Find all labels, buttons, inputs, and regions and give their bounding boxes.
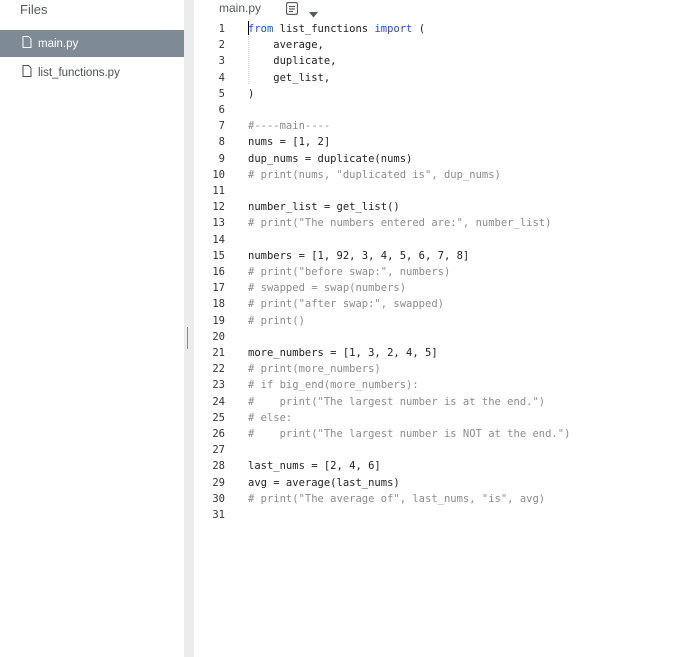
line-number: 21	[212, 347, 225, 359]
line-number: 6	[218, 104, 225, 116]
code-line: # if big_end(more_numbers):	[248, 379, 419, 392]
line-number: 17	[212, 282, 225, 295]
code-line: nums = [1, 2]	[248, 136, 331, 149]
line-number: 7	[218, 120, 225, 133]
code-line: # else:	[248, 411, 293, 424]
line-number: 2	[218, 39, 225, 52]
line-number: 4	[218, 71, 225, 84]
line-number: 18	[212, 298, 225, 311]
code-line: # print("The largest number is NOT at th…	[248, 428, 571, 440]
line-number: 15	[212, 249, 225, 262]
line-number-gutter: 1 2 3 4 5 6 7 8 9 10 11 12 13 14 15 16 17 18 19 20 21 22 23 24 2…	[194, 20, 240, 657]
line-number: 8	[218, 136, 225, 149]
code-editor[interactable]: from list_functions import ( average, du…	[240, 20, 700, 657]
code-line: number_list = get_list()	[248, 201, 400, 214]
line-number: 11	[212, 185, 225, 197]
file-icon	[22, 64, 32, 82]
code-line: # print()	[248, 314, 305, 327]
code-line: # print("The largest number is at the en…	[248, 395, 546, 408]
line-number: 20	[212, 330, 225, 343]
line-number: 27	[212, 444, 225, 457]
code-line: duplicate,	[248, 55, 337, 68]
line-number: 30	[212, 492, 225, 505]
code-line: #----main----	[248, 120, 331, 133]
code-line: from list_functions import (	[248, 23, 426, 35]
code-line: # print("before swap:", numbers)	[248, 266, 451, 278]
code-line: # print("The numbers entered are:", numb…	[248, 217, 552, 230]
editor-tab-bar: main.py	[194, 0, 700, 20]
line-number: 22	[212, 363, 225, 376]
code-line: dup_nums = duplicate(nums)	[248, 152, 413, 165]
line-number: 31	[212, 509, 225, 521]
code-line: )	[248, 87, 255, 100]
line-number: 3	[218, 55, 225, 68]
line-number: 25	[212, 411, 225, 424]
line-number: 26	[212, 428, 225, 440]
code-line: # print("The average of", last_nums, "is…	[248, 492, 546, 505]
line-number: 19	[212, 314, 225, 327]
line-number: 16	[212, 266, 225, 278]
sidebar-resize-divider[interactable]	[184, 0, 194, 657]
indent-guide	[248, 36, 250, 84]
line-number: 10	[212, 168, 225, 181]
file-item-main[interactable]: main.py	[0, 30, 184, 57]
file-icon	[22, 35, 32, 53]
code-line: average,	[248, 39, 324, 52]
file-sidebar: Files main.py list_functions.py	[0, 0, 184, 657]
sidebar-title: Files	[20, 2, 48, 17]
line-number: 29	[212, 476, 225, 489]
line-number: 9	[218, 152, 225, 165]
file-name: main.py	[38, 37, 79, 50]
code-line: # print("after swap:", swapped)	[248, 298, 444, 311]
code-line: # print(nums, "duplicated is", dup_nums)	[248, 168, 501, 181]
line-number: 14	[212, 233, 225, 246]
code-line: numbers = [1, 92, 3, 4, 5, 6, 7, 8]	[248, 249, 470, 262]
line-number: 12	[212, 201, 225, 214]
line-number: 23	[212, 379, 225, 392]
text-cursor	[248, 21, 249, 35]
code-line: last_nums = [2, 4, 6]	[248, 460, 381, 473]
tab-main-py[interactable]: main.py	[219, 1, 261, 15]
file-item-list-functions[interactable]: list_functions.py	[0, 59, 184, 86]
document-icon[interactable]	[285, 1, 299, 20]
file-name: list_functions.py	[38, 66, 120, 79]
resize-grip[interactable]	[187, 327, 188, 349]
code-line: get_list,	[248, 71, 331, 84]
code-line: avg = average(last_nums)	[248, 476, 400, 489]
code-line: # print(more_numbers)	[248, 363, 381, 376]
line-number: 13	[212, 217, 225, 230]
line-number: 28	[212, 460, 225, 473]
line-number: 1	[218, 23, 225, 35]
line-number: 24	[212, 395, 225, 408]
code-line: # swapped = swap(numbers)	[248, 282, 407, 295]
code-line: more_numbers = [1, 3, 2, 4, 5]	[248, 347, 438, 359]
line-number: 5	[218, 87, 225, 100]
